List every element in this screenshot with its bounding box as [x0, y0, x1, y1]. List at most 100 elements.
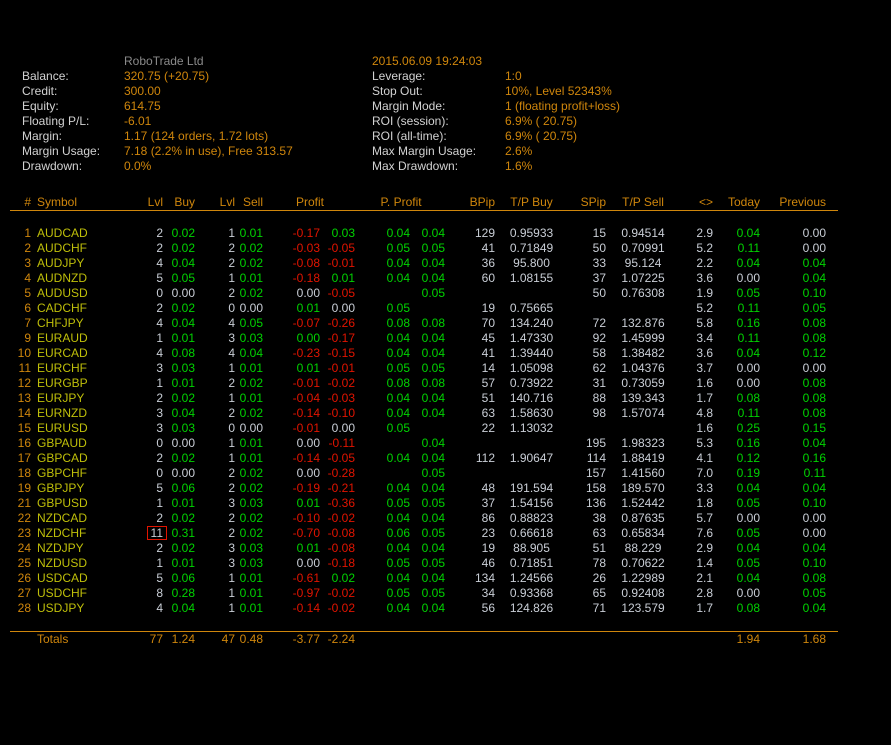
- cell: 27: [10, 586, 33, 601]
- cell: 1.6: [680, 376, 715, 391]
- cell: 26: [568, 571, 608, 586]
- cell: 0.04: [165, 601, 197, 616]
- cell: 0.05: [357, 496, 412, 511]
- column-header: Buy: [165, 194, 197, 211]
- cell: GBPCAD: [33, 451, 95, 466]
- cell: 19: [447, 301, 497, 316]
- cell: 0.04: [165, 256, 197, 271]
- cell: -0.70: [265, 526, 322, 541]
- cell: 0: [95, 466, 165, 481]
- cell: AUDJPY: [33, 256, 95, 271]
- cell: 0.92408: [608, 586, 680, 601]
- cell: 0.73922: [497, 376, 568, 391]
- cell: 1.8: [680, 496, 715, 511]
- cell: EURCHF: [33, 361, 95, 376]
- position-row: 27USDCHF80.2810.01-0.97-0.020.050.05340.…: [10, 586, 838, 601]
- position-row: 2AUDCHF20.0220.02-0.03-0.050.050.05410.7…: [10, 241, 838, 256]
- cell: 1.68: [762, 632, 838, 648]
- cell: 0.12: [762, 346, 838, 361]
- cell: 2: [95, 511, 165, 526]
- cell: 1: [197, 451, 237, 466]
- cell: 0.04: [412, 436, 447, 451]
- cell: 0.02: [165, 541, 197, 556]
- cell: 1.88419: [608, 451, 680, 466]
- cell: 0.08: [762, 331, 838, 346]
- cell: 0.02: [237, 376, 265, 391]
- cell: 0.01: [165, 496, 197, 511]
- cell: 33: [568, 256, 608, 271]
- cell: 5: [95, 481, 165, 496]
- cell: 0.04: [412, 451, 447, 466]
- cell: -0.03: [265, 241, 322, 256]
- cell: 10: [10, 346, 33, 361]
- cell: NZDUSD: [33, 556, 95, 571]
- cell: 0.08: [412, 316, 447, 331]
- cell: 0.00: [762, 241, 838, 256]
- stat-label: ROI (session):: [372, 114, 449, 129]
- cell: 1.54156: [497, 496, 568, 511]
- cell: -0.23: [265, 346, 322, 361]
- cell: 15: [10, 421, 33, 436]
- cell: 0.04: [357, 271, 412, 286]
- cell: 0.04: [715, 346, 762, 361]
- cell: GBPAUD: [33, 436, 95, 451]
- cell: 41: [447, 241, 497, 256]
- cell: 3.4: [680, 331, 715, 346]
- cell: 88.229: [608, 541, 680, 556]
- cell: 1: [197, 436, 237, 451]
- cell: GBPCHF: [33, 466, 95, 481]
- account-summary: RoboTrade Ltd 2015.06.09 19:24:03 Balanc…: [0, 54, 891, 179]
- cell: 0.10: [762, 556, 838, 571]
- cell: AUDUSD: [33, 286, 95, 301]
- column-header: Symbol: [33, 194, 95, 211]
- cell: 38: [568, 511, 608, 526]
- cell: 0.02: [237, 526, 265, 541]
- positions-table: #SymbolLvlBuyLvlSellProfitP. ProfitBPipT…: [10, 194, 838, 647]
- cell: 2: [10, 241, 33, 256]
- cell: 5.2: [680, 241, 715, 256]
- spacer-row: [10, 616, 838, 632]
- cell: 0.04: [762, 481, 838, 496]
- cell: 0.05: [357, 586, 412, 601]
- cell: EURNZD: [33, 406, 95, 421]
- position-row: 28USDJPY40.0410.01-0.14-0.020.040.045612…: [10, 601, 838, 616]
- cell: 1.08155: [497, 271, 568, 286]
- position-row: 11EURCHF30.0310.010.01-0.010.050.05141.0…: [10, 361, 838, 376]
- cell: 0.76308: [608, 286, 680, 301]
- cell: 0.05: [715, 556, 762, 571]
- cell: 0.04: [237, 346, 265, 361]
- cell: 4.8: [680, 406, 715, 421]
- cell: 1.07225: [608, 271, 680, 286]
- cell: 0.87635: [608, 511, 680, 526]
- cell: 78: [568, 556, 608, 571]
- cell: 37: [568, 271, 608, 286]
- cell: 4: [95, 256, 165, 271]
- position-row: 16GBPAUD00.0010.010.00-0.110.041951.9832…: [10, 436, 838, 451]
- cell: 0.19: [715, 466, 762, 481]
- cell: 26: [10, 571, 33, 586]
- position-row: 17GBPCAD20.0210.01-0.14-0.050.040.041121…: [10, 451, 838, 466]
- stat-value: 1.17 (124 orders, 1.72 lots): [124, 129, 268, 144]
- cell: 0.70622: [608, 556, 680, 571]
- cell: [608, 632, 680, 648]
- cell: 9: [10, 331, 33, 346]
- cell: -0.36: [322, 496, 357, 511]
- cell: 3: [197, 556, 237, 571]
- cell: 51: [447, 391, 497, 406]
- cell: -0.11: [322, 436, 357, 451]
- cell: 1: [197, 586, 237, 601]
- position-row: 25NZDUSD10.0130.030.00-0.180.050.05460.7…: [10, 556, 838, 571]
- cell: 1: [95, 331, 165, 346]
- cell: 1.04376: [608, 361, 680, 376]
- cell: 0.00: [762, 511, 838, 526]
- cell: 3: [197, 331, 237, 346]
- cell: 0.00: [762, 526, 838, 541]
- cell: 0.03: [237, 541, 265, 556]
- cell: 3.3: [680, 481, 715, 496]
- cell: 47: [197, 632, 237, 648]
- stat-label: Balance:: [22, 69, 69, 84]
- cell: 0.00: [265, 466, 322, 481]
- cell: 2: [197, 526, 237, 541]
- cell: 0.01: [165, 331, 197, 346]
- stat-label: Margin:: [22, 129, 62, 144]
